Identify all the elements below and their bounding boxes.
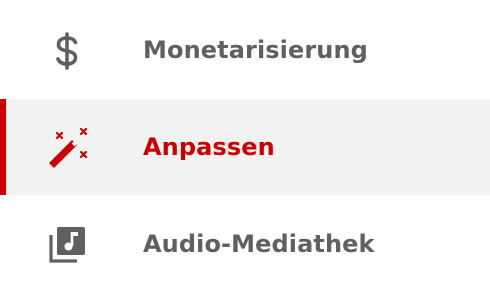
sidebar-item-monetarisierung[interactable]: Monetarisierung	[0, 2, 490, 98]
active-indicator	[0, 99, 6, 195]
sidebar-nav: Monetarisierung Anpassen Audio-Mediathek	[0, 0, 490, 291]
sidebar-item-label: Audio-Mediathek	[143, 230, 375, 258]
dollar-icon	[45, 29, 89, 73]
sidebar-item-label: Anpassen	[143, 133, 275, 161]
audio-library-icon	[45, 223, 89, 267]
sidebar-item-anpassen[interactable]: Anpassen	[0, 99, 490, 195]
sidebar-item-audio-mediathek[interactable]: Audio-Mediathek	[0, 196, 490, 291]
magic-wand-icon	[45, 126, 89, 170]
sidebar-item-label: Monetarisierung	[143, 36, 368, 64]
